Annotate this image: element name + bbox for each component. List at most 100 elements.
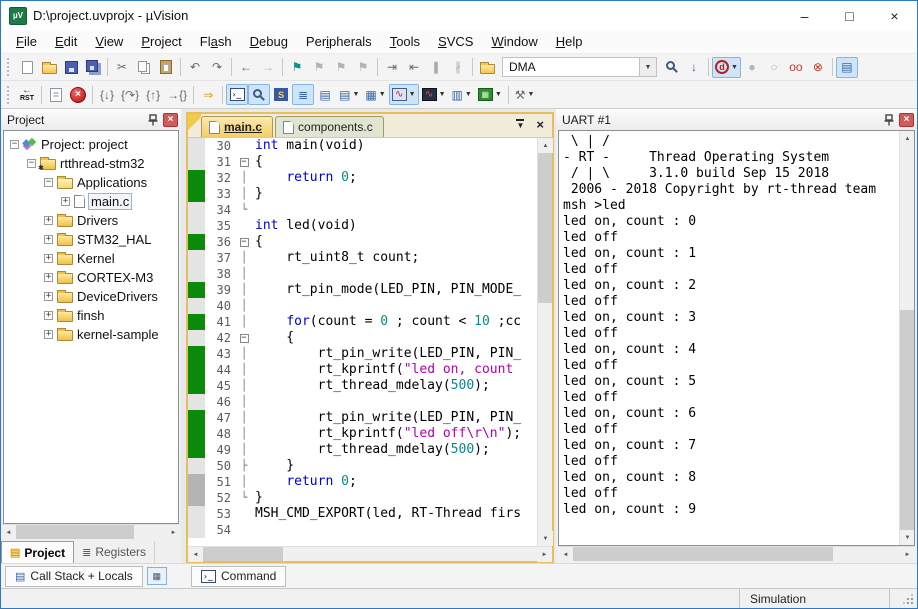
uart-vscrollbar[interactable]: ▲ ▼ xyxy=(899,131,914,545)
disable-all-breakpoints-icon[interactable]: oo xyxy=(785,57,807,78)
start-stop-debug-session-icon[interactable]: d▼ xyxy=(712,57,741,78)
menu-file[interactable]: File xyxy=(7,31,46,52)
tab-call-stack-locals[interactable]: ▤ Call Stack + Locals xyxy=(5,566,143,587)
minimize-button[interactable]: – xyxy=(782,1,827,30)
close-button[interactable]: × xyxy=(872,1,917,30)
uart-panel-close-icon[interactable]: × xyxy=(899,113,914,127)
menu-project[interactable]: Project xyxy=(132,31,190,52)
scroll-down-icon[interactable]: ▼ xyxy=(538,531,553,546)
scroll-left-icon[interactable]: ◄ xyxy=(558,547,573,562)
tab-project[interactable]: ▤Project xyxy=(1,541,74,563)
navigate-back-icon[interactable]: ← xyxy=(235,57,257,78)
project-window-toggle-icon[interactable]: ▤ xyxy=(836,57,858,78)
find-in-files-icon[interactable] xyxy=(661,57,683,78)
navigate-forward-icon[interactable]: → xyxy=(257,57,279,78)
scrollbar-thumb[interactable] xyxy=(203,547,283,561)
tree-item-stm32-hal[interactable]: +STM32_HAL xyxy=(4,230,178,249)
tree-expander-icon[interactable]: + xyxy=(44,311,53,320)
pin-icon[interactable] xyxy=(146,113,160,127)
tree-item-applications[interactable]: −Applications xyxy=(4,173,178,192)
indent-icon[interactable]: ⇥ xyxy=(381,57,403,78)
target-select-combo[interactable]: DMA▼ xyxy=(502,57,657,77)
comment-icon[interactable]: ∥ xyxy=(425,57,447,78)
scroll-left-icon[interactable]: ◄ xyxy=(1,525,16,540)
enable-breakpoint-icon[interactable]: ○ xyxy=(763,57,785,78)
maximize-button[interactable]: □ xyxy=(827,1,872,30)
uncomment-icon[interactable]: ∦ xyxy=(447,57,469,78)
run-icon[interactable]: ≣ xyxy=(45,84,67,105)
new-file-icon[interactable] xyxy=(16,57,38,78)
run-to-cursor-icon[interactable]: →{} xyxy=(164,84,190,105)
menu-flash[interactable]: Flash xyxy=(191,31,241,52)
menu-svcs[interactable]: SVCS xyxy=(429,31,482,52)
tree-item-project-project[interactable]: −Project: project xyxy=(4,135,178,154)
next-bookmark-icon[interactable]: ⚑ xyxy=(330,57,352,78)
insert-breakpoint-icon[interactable]: ● xyxy=(741,57,763,78)
menu-edit[interactable]: Edit xyxy=(46,31,86,52)
scrollbar-thumb[interactable] xyxy=(900,310,914,530)
registers-window-toggle-icon[interactable]: ≣ xyxy=(292,84,314,105)
editor-hscrollbar[interactable]: ◄ ► xyxy=(188,546,552,561)
tree-expander-icon[interactable]: + xyxy=(61,197,70,206)
undo-icon[interactable]: ↶ xyxy=(184,57,206,78)
tree-expander-icon[interactable]: + xyxy=(44,273,53,282)
step-into-icon[interactable]: {↓} xyxy=(96,84,118,105)
uart-terminal[interactable]: \ | /- RT - Thread Operating System / | … xyxy=(558,130,915,546)
serial-window-icon[interactable]: ∿▼ xyxy=(389,84,419,105)
project-tree-body[interactable]: −Project: project−rtthread-stm32−Applica… xyxy=(3,130,179,524)
tree-expander-icon[interactable]: + xyxy=(44,235,53,244)
fold-margin[interactable]: − xyxy=(237,330,251,346)
tab-main-c[interactable]: main.c xyxy=(201,116,273,137)
combo-dropdown-icon[interactable]: ▼ xyxy=(640,57,657,77)
pin-icon[interactable] xyxy=(882,113,896,127)
scroll-up-icon[interactable]: ▲ xyxy=(900,131,915,146)
system-viewer-icon[interactable]: ▥▼ xyxy=(449,84,475,105)
scrollbar-thumb[interactable] xyxy=(573,547,833,561)
reset-cpu-icon[interactable]: RST xyxy=(16,84,38,105)
menu-window[interactable]: Window xyxy=(482,31,546,52)
tree-item-cortex-m3[interactable]: +CORTEX-M3 xyxy=(4,268,178,287)
menu-peripherals[interactable]: Peripherals xyxy=(297,31,381,52)
project-tree-hscrollbar[interactable]: ◄ ► xyxy=(1,524,181,539)
tree-expander-icon[interactable]: − xyxy=(27,159,36,168)
show-next-statement-icon[interactable]: ⇒ xyxy=(197,84,219,105)
tree-expander-icon[interactable]: + xyxy=(44,292,53,301)
scroll-up-icon[interactable]: ▲ xyxy=(538,138,553,153)
tab-command[interactable]: ›_ Command xyxy=(191,566,286,587)
incremental-find-icon[interactable]: ↓ xyxy=(683,57,705,78)
scroll-right-icon[interactable]: ► xyxy=(900,547,915,562)
step-out-icon[interactable]: {↑} xyxy=(142,84,164,105)
scrollbar-thumb[interactable] xyxy=(538,153,552,303)
tree-expander-icon[interactable]: + xyxy=(44,254,53,263)
debug-settings-icon[interactable]: ⚒▼ xyxy=(512,84,538,105)
tab-registers[interactable]: ≣Registers xyxy=(74,541,155,563)
prev-bookmark-icon[interactable]: ⚑ xyxy=(308,57,330,78)
tree-expander-icon[interactable]: + xyxy=(44,330,53,339)
kill-all-breakpoints-icon[interactable]: ⊗ xyxy=(807,57,829,78)
toolbar-grip[interactable] xyxy=(7,86,12,104)
insert-bookmark-icon[interactable]: ⚑ xyxy=(286,57,308,78)
watch-window-icon[interactable]: ▤▼ xyxy=(336,84,362,105)
tree-item-kernel[interactable]: +Kernel xyxy=(4,249,178,268)
menu-debug[interactable]: Debug xyxy=(241,31,297,52)
save-all-icon[interactable] xyxy=(82,57,104,78)
open-file-icon[interactable] xyxy=(38,57,60,78)
copy-icon[interactable] xyxy=(133,57,155,78)
tree-expander-icon[interactable]: + xyxy=(44,216,53,225)
code-editor-text[interactable]: 30int main(void)31−{32│ return 0;33│}34└… xyxy=(188,138,537,546)
cut-icon[interactable]: ✂ xyxy=(111,57,133,78)
options-for-target-icon[interactable] xyxy=(476,57,498,78)
tree-item-main-c[interactable]: +main.c xyxy=(4,192,178,211)
command-window-toggle-icon[interactable]: ›_ xyxy=(226,84,248,105)
memory-window-icon[interactable]: ▦▼ xyxy=(362,84,388,105)
symbols-window-toggle-icon[interactable]: S xyxy=(270,84,292,105)
save-icon[interactable] xyxy=(60,57,82,78)
step-over-icon[interactable]: {↷} xyxy=(118,84,142,105)
menu-help[interactable]: Help xyxy=(547,31,592,52)
resize-grip[interactable] xyxy=(889,589,917,608)
scroll-down-icon[interactable]: ▼ xyxy=(900,530,915,545)
tree-item-drivers[interactable]: +Drivers xyxy=(4,211,178,230)
scrollbar-thumb[interactable] xyxy=(16,525,134,539)
document-list-icon[interactable]: ▼ xyxy=(516,119,524,130)
editor-close-icon[interactable]: × xyxy=(536,117,544,132)
